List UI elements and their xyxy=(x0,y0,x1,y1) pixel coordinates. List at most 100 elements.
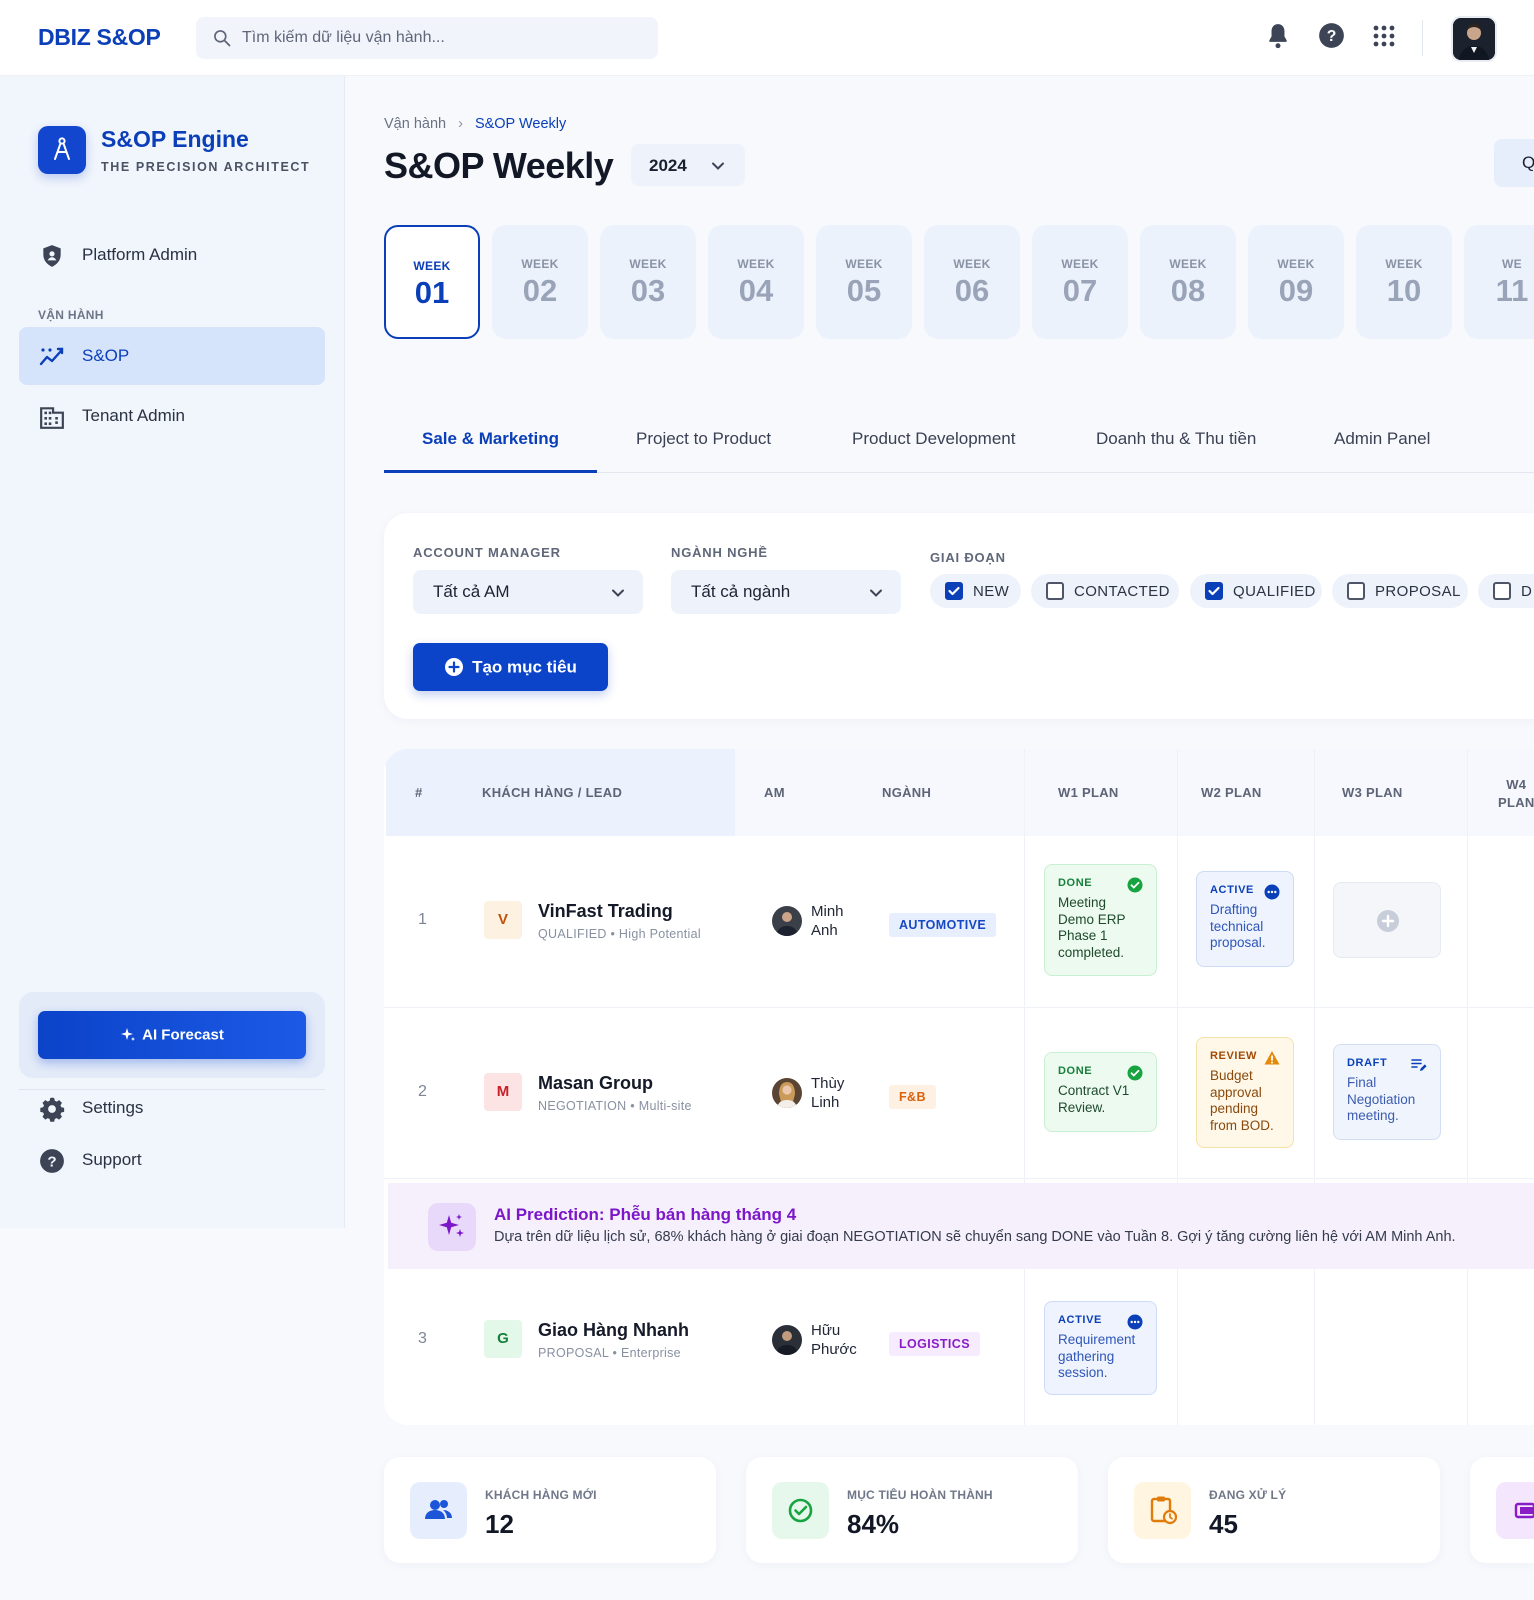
customer-name[interactable]: Giao Hàng Nhanh xyxy=(538,1320,689,1341)
week-card-01[interactable]: WEEK 01 xyxy=(384,225,480,339)
nav-section-label: VẬN HÀNH xyxy=(38,308,104,322)
chevron-down-icon xyxy=(870,589,882,597)
tab-sale-marketing[interactable]: Sale & Marketing xyxy=(422,429,559,449)
brand-logo[interactable]: DBIZ S&OP xyxy=(38,24,161,51)
stat-card-partial xyxy=(1470,1457,1534,1563)
year-value: 2024 xyxy=(649,156,687,175)
chevron-down-icon xyxy=(612,589,624,597)
edit-note-icon xyxy=(1411,1059,1427,1071)
breadcrumb: Vận hành › S&OP Weekly xyxy=(384,116,566,132)
quick-action-button[interactable]: Q xyxy=(1494,139,1534,187)
th-industry[interactable]: NGÀNH xyxy=(882,785,931,800)
ai-forecast-card: AI Forecast xyxy=(19,992,325,1078)
shield-icon xyxy=(43,245,61,267)
gear-icon xyxy=(40,1097,65,1122)
user-avatar[interactable] xyxy=(1451,16,1497,62)
help-icon[interactable]: ? xyxy=(1318,22,1345,49)
apps-grid-icon[interactable] xyxy=(1372,24,1396,48)
check-circle-icon xyxy=(1127,877,1143,893)
am-avatar xyxy=(772,1325,802,1355)
am-name: Thùy Linh xyxy=(811,1075,845,1111)
active-tab-indicator xyxy=(384,470,597,473)
stage-filter-label: GIAI ĐOẠN xyxy=(930,550,1006,565)
checkbox-icon xyxy=(1493,582,1511,600)
bell-icon[interactable] xyxy=(1265,22,1291,50)
th-am[interactable]: AM xyxy=(764,785,785,800)
add-plan-slot[interactable] xyxy=(1333,882,1441,958)
stage-chip-proposal[interactable]: PROPOSAL xyxy=(1332,574,1468,608)
customer-initial-badge: V xyxy=(484,901,522,939)
sop-table: # KHÁCH HÀNG / LEAD AM NGÀNH W1 PLAN W2 … xyxy=(384,749,1534,1425)
tab-project-to-product[interactable]: Project to Product xyxy=(636,429,771,449)
stage-chip-contacted[interactable]: CONTACTED xyxy=(1031,574,1179,608)
sidebar-item-label: S&OP xyxy=(82,346,130,365)
industry-filter-value: Tất cả ngành xyxy=(691,582,791,601)
week-card-10[interactable]: WEEK 10 xyxy=(1356,225,1452,339)
stage-chip-done[interactable]: D xyxy=(1478,574,1534,608)
customer-meta: QUALIFIED • High Potential xyxy=(538,927,701,941)
stat-card-in-progress: ĐANG XỬ LÝ 45 xyxy=(1108,1457,1440,1563)
create-target-button[interactable]: Tạo mục tiêu xyxy=(413,643,608,691)
week-card-02[interactable]: WEEK 02 xyxy=(492,225,588,339)
breadcrumb-parent[interactable]: Vận hành xyxy=(384,116,446,132)
filter-panel: ACCOUNT MANAGER Tất cả AM NGÀNH NGHỀ Tất… xyxy=(384,513,1534,719)
engine-logo xyxy=(38,126,86,174)
week-card-08[interactable]: WEEK 08 xyxy=(1140,225,1236,339)
check-circle-icon xyxy=(1127,1065,1143,1081)
industry-tag: LOGISTICS xyxy=(889,1332,980,1356)
sidebar-item-tenant-admin[interactable]: Tenant Admin xyxy=(19,387,325,445)
chevron-right-icon: › xyxy=(458,116,463,132)
tab-admin-panel[interactable]: Admin Panel xyxy=(1334,429,1430,449)
plan-card-w3[interactable]: DRAFT Final Negotiation meeting. xyxy=(1333,1044,1441,1140)
stage-chip-qualified[interactable]: QUALIFIED xyxy=(1190,574,1322,608)
search-box[interactable] xyxy=(196,17,658,59)
week-card-03[interactable]: WEEK 03 xyxy=(600,225,696,339)
plus-circle-icon xyxy=(1377,910,1399,932)
customer-name[interactable]: Masan Group xyxy=(538,1073,653,1094)
search-input[interactable] xyxy=(242,17,642,59)
plan-card-w1[interactable]: DONE Meeting Demo ERP Phase 1 completed. xyxy=(1044,864,1157,976)
am-name: Minh Anh xyxy=(811,903,844,939)
plan-card-w2[interactable]: REVIEW Budget approval pending from BOD. xyxy=(1196,1037,1294,1148)
sidebar-item-settings[interactable]: Settings xyxy=(19,1079,325,1137)
week-card-07[interactable]: WEEK 07 xyxy=(1032,225,1128,339)
customer-meta: NEGOTIATION • Multi-site xyxy=(538,1099,692,1113)
year-select[interactable]: 2024 xyxy=(631,144,745,186)
table-row[interactable]: 2 M Masan Group NEGOTIATION • Multi-site… xyxy=(384,1008,1534,1179)
sidebar-item-platform-admin[interactable]: Platform Admin xyxy=(19,226,325,284)
week-card-05[interactable]: WEEK 05 xyxy=(816,225,912,339)
th-num: # xyxy=(415,785,423,800)
more-circle-icon xyxy=(1264,884,1280,900)
week-card-09[interactable]: WEEK 09 xyxy=(1248,225,1344,339)
plan-card-w1[interactable]: ACTIVE Requirement gathering session. xyxy=(1044,1301,1157,1395)
cash-icon xyxy=(1496,1482,1534,1539)
sidebar-item-support[interactable]: ? Support xyxy=(19,1131,325,1189)
th-w4-plan: W4 PLAN xyxy=(1498,777,1534,810)
sidebar-item-label: Settings xyxy=(82,1098,144,1117)
ai-forecast-button[interactable]: AI Forecast xyxy=(38,1011,306,1059)
week-card-04[interactable]: WEEK 04 xyxy=(708,225,804,339)
stage-chip-new[interactable]: NEW xyxy=(930,574,1021,608)
plan-card-w1[interactable]: DONE Contract V1 Review. xyxy=(1044,1052,1157,1132)
stat-label: MỤC TIÊU HOÀN THÀNH xyxy=(847,1488,993,1502)
module-tabs: Sale & Marketing Project to Product Prod… xyxy=(384,415,1534,473)
week-card-06[interactable]: WEEK 06 xyxy=(924,225,1020,339)
th-customer[interactable]: KHÁCH HÀNG / LEAD xyxy=(482,785,622,800)
am-filter-select[interactable]: Tất cả AM xyxy=(413,570,643,614)
tab-revenue-collection[interactable]: Doanh thu & Thu tiền xyxy=(1096,429,1256,449)
stat-card-target-completed: MỤC TIÊU HOÀN THÀNH 84% xyxy=(746,1457,1078,1563)
checkbox-checked-icon xyxy=(1205,582,1223,600)
users-icon xyxy=(410,1482,467,1539)
industry-filter-select[interactable]: Tất cả ngành xyxy=(671,570,901,614)
tab-product-development[interactable]: Product Development xyxy=(852,429,1015,449)
customer-name[interactable]: VinFast Trading xyxy=(538,901,673,922)
plan-card-w2[interactable]: ACTIVE Drafting technical proposal. xyxy=(1196,871,1294,967)
table-row[interactable]: 1 V VinFast Trading QUALIFIED • High Pot… xyxy=(384,836,1534,1008)
customer-initial-badge: G xyxy=(484,1320,522,1358)
sidebar-item-label: Platform Admin xyxy=(82,245,198,264)
breadcrumb-current: S&OP Weekly xyxy=(474,116,567,132)
week-card-11[interactable]: WE 11 xyxy=(1464,225,1534,339)
sidebar-item-sop[interactable]: S&OP xyxy=(19,327,325,385)
th-w1-plan: W1 PLAN xyxy=(1058,785,1119,800)
table-row[interactable]: 3 G Giao Hàng Nhanh PROPOSAL • Enterpris… xyxy=(384,1269,1534,1425)
